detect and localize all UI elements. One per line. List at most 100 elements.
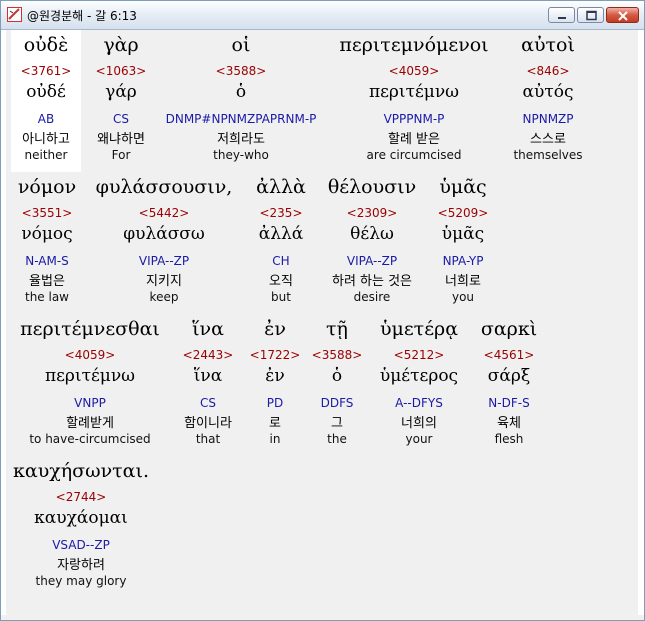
strong-number[interactable]: <3588>	[161, 64, 321, 78]
korean-gloss: 너희의	[401, 416, 437, 431]
lemma: θέλω	[350, 224, 394, 244]
word-cell[interactable]: σαρκὶ <4561> σάρξ N-DF-S 육체 flesh	[469, 314, 549, 456]
title-bar[interactable]: @원경분해 - 갈 6:13	[1, 1, 644, 30]
parse-code: CS	[113, 112, 129, 126]
strong-number[interactable]: <846>	[507, 64, 589, 78]
parse-code: CS	[200, 396, 216, 410]
minimize-button[interactable]	[548, 7, 575, 23]
english-gloss: that	[195, 432, 221, 446]
greek-word: οἱ	[231, 34, 251, 56]
parse-code: NPA-YP	[442, 254, 484, 268]
lemma: ἀλλά	[258, 224, 304, 244]
greek-word: καυχήσωνται.	[13, 460, 149, 482]
korean-gloss: 스스로	[530, 132, 566, 147]
strong-number[interactable]: <1722>	[247, 348, 303, 362]
parse-code: DDFS	[320, 396, 354, 410]
korean-gloss: 육체	[497, 416, 521, 431]
english-gloss: the	[327, 432, 347, 446]
english-gloss: they may glory	[35, 574, 127, 588]
lemma: ἵνα	[193, 366, 223, 386]
strong-number[interactable]: <3588>	[307, 348, 367, 362]
parse-code: CH	[272, 254, 290, 268]
korean-gloss: 할례받게	[66, 416, 114, 431]
greek-word: ἵνα	[192, 318, 224, 340]
korean-gloss: 그	[331, 416, 343, 431]
strong-number[interactable]: <2443>	[175, 348, 241, 362]
parse-code: PD	[266, 396, 284, 410]
strong-number[interactable]: <235>	[243, 206, 319, 220]
app-icon[interactable]	[7, 7, 22, 22]
lemma: αὐτός	[522, 82, 574, 102]
word-cell[interactable]: καυχήσωνται. <2744> καυχάομαι VSAD--ZP 자…	[11, 456, 151, 598]
word-cell[interactable]: θέλουσιν <2309> θέλω VIPA--ZP 하려 하는 것은 d…	[317, 172, 427, 314]
lemma: ὁ	[235, 82, 247, 102]
lemma: ἐν	[265, 366, 285, 386]
strong-number[interactable]: <3551>	[11, 206, 83, 220]
english-gloss: neither	[24, 148, 68, 162]
lemma: ὑμᾶς	[441, 224, 485, 244]
english-gloss: the law	[24, 290, 69, 304]
english-gloss: you	[451, 290, 475, 304]
english-gloss: For	[111, 148, 131, 162]
english-gloss: keep	[149, 290, 179, 304]
word-cell[interactable]: οὐδὲ <3761> οὐδέ AB 아니하고 neither	[11, 30, 81, 172]
strong-number[interactable]: <1063>	[81, 64, 161, 78]
parse-code: N-AM-S	[25, 254, 69, 268]
close-button[interactable]	[606, 7, 639, 23]
strong-number[interactable]: <4059>	[11, 348, 169, 362]
greek-word: τῇ	[326, 318, 348, 340]
word-cell[interactable]: ἐν <1722> ἐν PD 로 in	[247, 314, 303, 456]
lemma: καυχάομαι	[34, 508, 128, 528]
word-cell[interactable]: ἀλλὰ <235> ἀλλά CH 오직 but	[243, 172, 319, 314]
parse-code: N-DF-S	[488, 396, 530, 410]
strong-number[interactable]: <2744>	[11, 490, 151, 504]
bottom-border	[1, 615, 644, 620]
greek-word: ἐν	[264, 318, 286, 340]
greek-word: ὑμετέρᾳ	[379, 318, 459, 340]
korean-gloss: 너희로	[445, 274, 481, 289]
interlinear-view: οὐδὲ <3761> οὐδέ AB 아니하고 neither γὰρ <10…	[6, 30, 638, 615]
parse-code: VNPP	[74, 396, 106, 410]
word-cell[interactable]: γὰρ <1063> γάρ CS 왜냐하면 For	[81, 30, 161, 172]
strong-number[interactable]: <5442>	[89, 206, 239, 220]
parse-code: VSAD--ZP	[52, 538, 110, 552]
greek-word: σαρκὶ	[480, 318, 538, 340]
greek-word: περιτέμνεσθαι	[20, 318, 160, 340]
strong-number[interactable]: <5209>	[427, 206, 499, 220]
word-cell[interactable]: περιτέμνεσθαι <4059> περιτέμνω VNPP 할례받게…	[11, 314, 169, 456]
maximize-button[interactable]	[577, 7, 604, 23]
window-title: @원경분해 - 갈 6:13	[27, 9, 137, 23]
word-cell[interactable]: ὑμᾶς <5209> ὑμᾶς NPA-YP 너희로 you	[427, 172, 499, 314]
english-gloss: to have-circumcised	[29, 432, 151, 446]
word-cell[interactable]: τῇ <3588> ὁ DDFS 그 the	[307, 314, 367, 456]
strong-number[interactable]: <2309>	[317, 206, 427, 220]
word-cell[interactable]: αὐτοὶ <846> αὐτός NPNMZP 스스로 themselves	[507, 30, 589, 172]
strong-number[interactable]: <4059>	[329, 64, 499, 78]
parse-code: A--DFYS	[395, 396, 443, 410]
parse-code: AB	[37, 112, 55, 126]
korean-gloss: 지키지	[146, 274, 182, 289]
korean-gloss: 함이니라	[184, 416, 232, 431]
english-gloss: but	[271, 290, 291, 304]
lemma: σάρξ	[487, 366, 531, 386]
word-cell[interactable]: νόμον <3551> νόμος N-AM-S 율법은 the law	[11, 172, 83, 314]
word-cell[interactable]: οἱ <3588> ὁ DNMP#NPNMZPAPRNM-P 저희라도 they…	[161, 30, 321, 172]
greek-word: περιτεμνόμενοι	[339, 34, 489, 56]
lemma: γάρ	[105, 82, 137, 102]
strong-number[interactable]: <4561>	[469, 348, 549, 362]
parse-code: NPNMZP	[522, 112, 574, 126]
korean-gloss: 할례 받은	[388, 132, 440, 147]
english-gloss: in	[269, 432, 281, 446]
word-cell[interactable]: ὑμετέρᾳ <5212> ὑμέτερος A--DFYS 너희의 your	[369, 314, 469, 456]
word-cell[interactable]: ἵνα <2443> ἵνα CS 함이니라 that	[175, 314, 241, 456]
korean-gloss: 자랑하려	[57, 558, 105, 573]
strong-number[interactable]: <3761>	[11, 64, 81, 78]
greek-word: ὑμᾶς	[439, 176, 487, 198]
parse-code: DNMP#NPNMZPAPRNM-P	[165, 112, 317, 126]
greek-word: νόμον	[17, 176, 77, 198]
word-cell[interactable]: φυλάσσουσιν, <5442> φυλάσσω VIPA--ZP 지키지…	[89, 172, 239, 314]
strong-number[interactable]: <5212>	[369, 348, 469, 362]
app-window: @원경분해 - 갈 6:13 οὐδὲ <3761> οὐδέ AB 아니하고 …	[0, 0, 645, 621]
word-cell[interactable]: περιτεμνόμενοι <4059> περιτέμνω VPPPNM-P…	[329, 30, 499, 172]
lemma: περιτέμνω	[368, 82, 460, 102]
